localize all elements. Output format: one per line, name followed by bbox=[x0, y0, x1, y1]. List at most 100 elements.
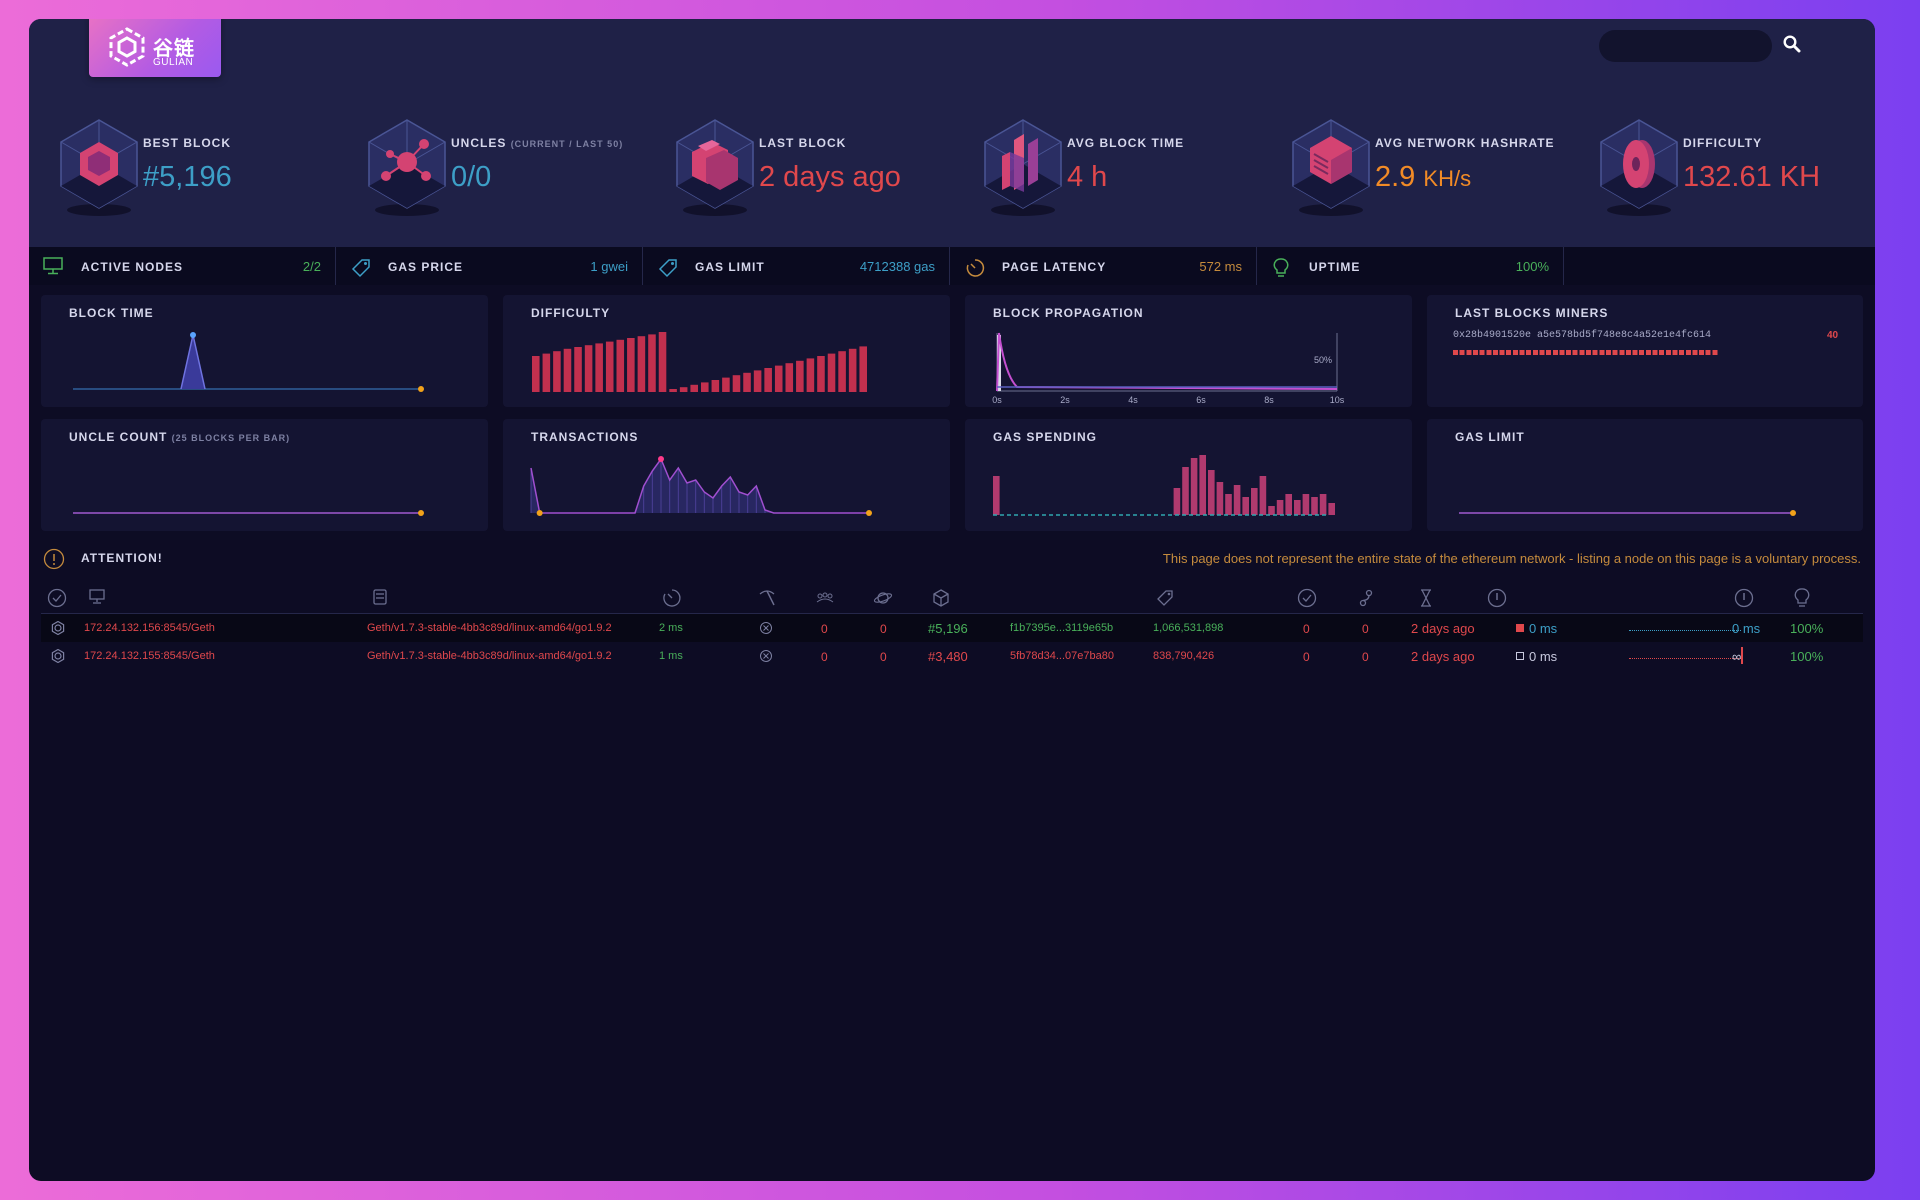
table-row[interactable]: 172.24.132.156:8545/Geth Geth/v1.7.3-sta… bbox=[41, 614, 1863, 642]
block-time-chart bbox=[73, 332, 424, 392]
gas-spending-bar bbox=[1173, 488, 1181, 515]
prop-tick-2: 2s bbox=[1060, 395, 1070, 405]
tag-icon bbox=[351, 259, 370, 278]
node-name[interactable]: 172.24.132.156:8545/Geth bbox=[84, 622, 215, 634]
transactions-start-point bbox=[536, 510, 543, 516]
difficulty-bar bbox=[848, 348, 857, 392]
cube-icon[interactable] bbox=[931, 588, 951, 613]
monitor-icon[interactable] bbox=[88, 588, 106, 611]
block-propagation-chart: 50% 0s 2s 4s 6s 8s 10s bbox=[992, 332, 1345, 405]
chart-difficulty: DIFFICULTY bbox=[503, 295, 950, 407]
uptime-label: UPTIME bbox=[1309, 260, 1361, 274]
attention-message: This page does not represent the entire … bbox=[1162, 551, 1861, 566]
gas-spending-bar bbox=[1311, 497, 1318, 515]
uncles-sublabel: (CURRENT / LAST 50) bbox=[510, 139, 624, 149]
node-name[interactable]: 172.24.132.155:8545/Geth bbox=[84, 650, 215, 662]
node-txs: 0 bbox=[1303, 622, 1310, 636]
peers-icon[interactable] bbox=[815, 588, 835, 613]
best-block-icon bbox=[60, 119, 138, 216]
difficulty-value: 132.61 KH bbox=[1683, 161, 1821, 193]
monitor-icon bbox=[43, 257, 63, 275]
gas-spending-bar bbox=[1302, 494, 1310, 515]
prop-tick-6: 6s bbox=[1196, 395, 1206, 405]
lightbulb-icon bbox=[1273, 258, 1289, 277]
gas-limit-label: GAS LIMIT bbox=[695, 260, 765, 274]
tag-icon[interactable] bbox=[1155, 588, 1175, 613]
block-time-peak bbox=[181, 335, 205, 389]
timer-icon[interactable] bbox=[662, 588, 682, 613]
active-nodes-value: 2/2 bbox=[302, 259, 321, 274]
uncles-value: 0/0 bbox=[451, 161, 492, 193]
planet-icon[interactable] bbox=[873, 588, 893, 613]
difficulty-icon bbox=[1600, 119, 1678, 216]
propagation-icon[interactable] bbox=[1487, 588, 1507, 613]
hourglass-icon[interactable] bbox=[1416, 588, 1436, 613]
gear-icon[interactable] bbox=[51, 648, 65, 666]
avg-propagation-icon[interactable] bbox=[1734, 588, 1754, 613]
gear-icon[interactable] bbox=[51, 620, 65, 638]
transactions-peak-point bbox=[658, 456, 664, 462]
gas-spending-bar bbox=[1182, 467, 1189, 515]
logo-hex-icon bbox=[109, 27, 145, 67]
gas-price-label: GAS PRICE bbox=[388, 260, 464, 274]
node-difficulty: 838,790,426 bbox=[1153, 650, 1215, 662]
difficulty-bar bbox=[532, 356, 540, 392]
info-circle-icon bbox=[43, 548, 65, 570]
avg-hashrate-label: AVG NETWORK HASHRATE bbox=[1375, 136, 1555, 150]
difficulty-bar bbox=[711, 380, 720, 392]
table-row[interactable]: 172.24.132.155:8545/Geth Geth/v1.7.3-sta… bbox=[41, 642, 1863, 670]
search-icon[interactable] bbox=[1783, 35, 1801, 58]
check-circle-icon[interactable] bbox=[47, 588, 67, 613]
difficulty-bar bbox=[753, 370, 762, 392]
check-circle-icon[interactable] bbox=[1297, 588, 1317, 613]
node-latency: 2 ms bbox=[659, 622, 683, 634]
node-hash: f1b7395e...3119e65b bbox=[1010, 622, 1114, 634]
node-block: #3,480 bbox=[928, 649, 968, 664]
difficulty-bar bbox=[584, 345, 593, 392]
stat-avg-block-time: AVG BLOCK TIME 4 h bbox=[980, 114, 1270, 224]
logo[interactable]: 谷链 GULIAN bbox=[89, 19, 221, 77]
node-client: Geth/v1.7.3-stable-4bb3c89d/linux-amd64/… bbox=[367, 622, 612, 634]
last-block-value: 2 days ago bbox=[759, 161, 901, 193]
chart-uncle-count: UNCLE COUNT (25 BLOCKS PER BAR) bbox=[41, 419, 488, 531]
gas-spending-bar bbox=[1294, 500, 1301, 515]
page-latency-label: PAGE LATENCY bbox=[1002, 260, 1107, 274]
chart-block-propagation: BLOCK PROPAGATION 50% 0s 2s 4s 6s 8s 10s bbox=[965, 295, 1412, 407]
propagation-history-bar bbox=[1629, 630, 1741, 633]
difficulty-bar bbox=[563, 348, 572, 392]
stat-best-block: BEST BLOCK #5,196 bbox=[56, 114, 346, 224]
node-uncles: 0 bbox=[1362, 650, 1369, 664]
stat-difficulty: DIFFICULTY 132.61 KH bbox=[1596, 114, 1866, 224]
miner-block-count: 40 bbox=[1827, 330, 1839, 341]
difficulty-bar bbox=[542, 353, 551, 392]
lightbulb-icon[interactable] bbox=[1793, 588, 1811, 613]
difficulty-bar bbox=[658, 332, 667, 392]
timer-icon bbox=[966, 259, 985, 277]
chart-gas-spending: GAS SPENDING bbox=[965, 419, 1412, 531]
difficulty-bar bbox=[785, 363, 794, 392]
fork-icon[interactable] bbox=[1356, 588, 1376, 613]
avg-hashrate-number: 2.9 bbox=[1375, 161, 1416, 193]
difficulty-chart bbox=[532, 332, 867, 392]
stat-uncles: UNCLES (CURRENT / LAST 50) 0/0 bbox=[364, 114, 654, 224]
node-client: Geth/v1.7.3-stable-4bb3c89d/linux-amd64/… bbox=[367, 650, 612, 662]
mining-status-icon bbox=[759, 621, 773, 638]
gas-spending-bar bbox=[1319, 494, 1327, 515]
transactions-chart bbox=[530, 456, 872, 516]
node-peers: 0 bbox=[821, 650, 828, 664]
difficulty-bar bbox=[732, 375, 741, 392]
search-input[interactable] bbox=[1599, 30, 1772, 62]
difficulty-bar bbox=[701, 382, 709, 392]
best-block-label: BEST BLOCK bbox=[143, 136, 231, 150]
avg-block-time-icon bbox=[984, 119, 1062, 216]
gas-spending-bar bbox=[1259, 476, 1267, 515]
server-icon[interactable] bbox=[371, 588, 389, 611]
gas-spending-bar bbox=[1225, 494, 1232, 515]
chart-transactions: TRANSACTIONS bbox=[503, 419, 950, 531]
pickaxe-icon[interactable] bbox=[757, 588, 777, 613]
nodes-table-header bbox=[41, 581, 1863, 614]
gas-limit-value: 4712388 gas bbox=[859, 259, 935, 274]
gas-spending-chart bbox=[993, 455, 1335, 516]
gas-limit-chart bbox=[1459, 510, 1796, 516]
gas-spending-bar bbox=[1242, 497, 1249, 515]
